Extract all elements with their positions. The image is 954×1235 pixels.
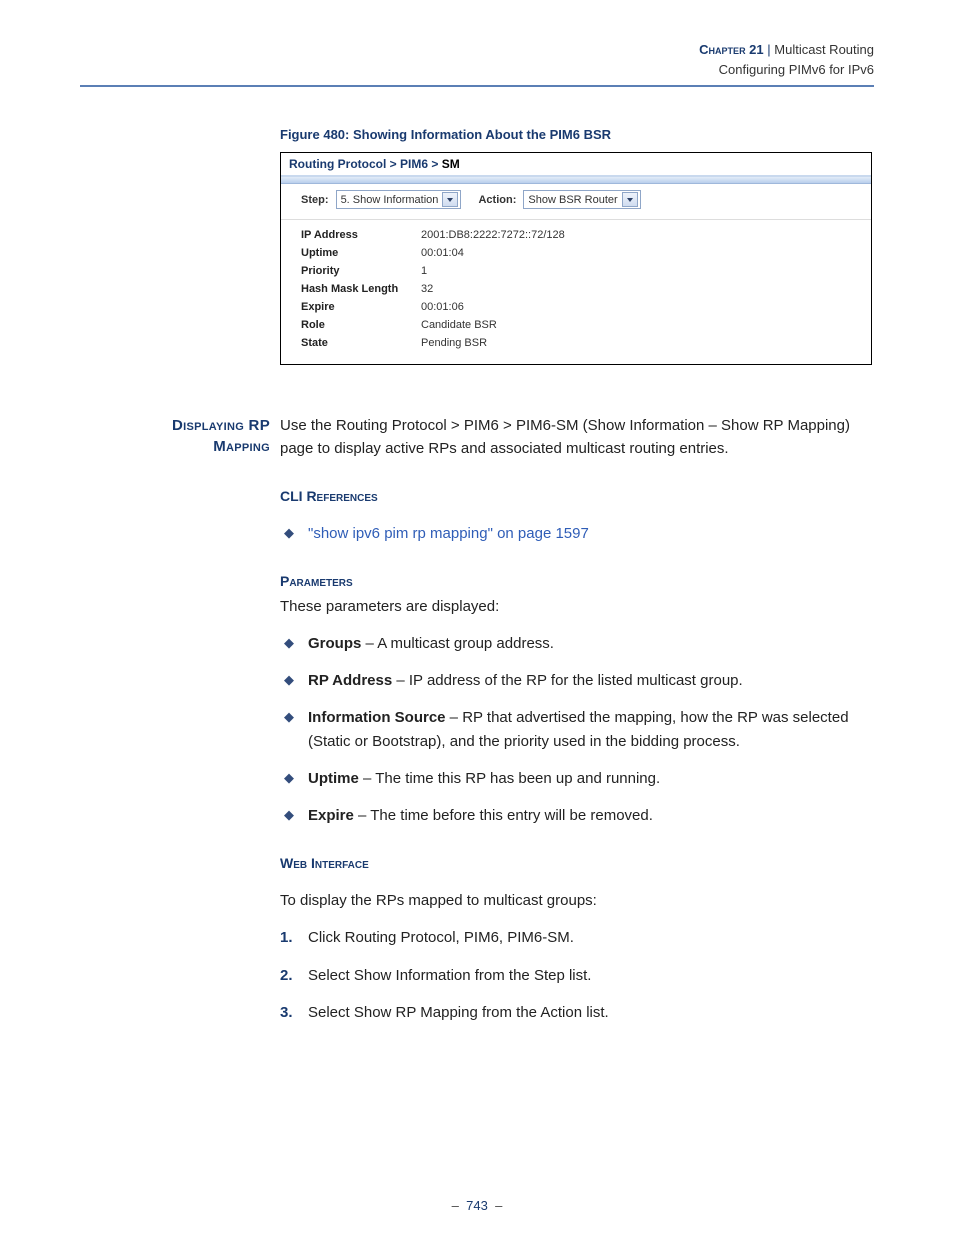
field-label: Expire — [301, 301, 421, 313]
param-name: Groups — [308, 635, 361, 652]
field-value: 00:01:06 — [421, 301, 464, 313]
margin-heading-line1: Displaying RP — [172, 417, 270, 434]
step-item: Select Show RP Mapping from the Action l… — [280, 1001, 874, 1024]
action-label: Action: — [478, 194, 516, 206]
parameters-heading: Parameters — [280, 571, 874, 593]
parameters-intro: These parameters are displayed: — [280, 595, 874, 618]
breadcrumb-part[interactable]: PIM6 > — [400, 157, 438, 171]
param-name: Uptime — [308, 770, 359, 787]
page-footer: – 743 – — [0, 1198, 954, 1213]
field-value: 32 — [421, 283, 433, 295]
chapter-label: Chapter 21 — [699, 42, 763, 57]
field-label: Priority — [301, 265, 421, 277]
control-row: Step: 5. Show Information Action: Show B… — [281, 184, 871, 220]
web-interface-intro: To display the RPs mapped to multicast g… — [280, 889, 874, 912]
chevron-down-icon[interactable] — [622, 192, 638, 207]
list-item: Uptime – The time this RP has been up an… — [280, 767, 874, 790]
header-subtitle: Configuring PIMv6 for IPv6 — [719, 62, 874, 77]
intro-paragraph: Use the Routing Protocol > PIM6 > PIM6-S… — [280, 415, 874, 460]
table-row: Hash Mask Length32 — [301, 280, 851, 298]
field-value: Candidate BSR — [421, 319, 497, 331]
table-row: IP Address2001:DB8:2222:7272::72/128 — [301, 226, 851, 244]
list-item: Expire – The time before this entry will… — [280, 804, 874, 827]
param-desc: – The time this RP has been up and runni… — [359, 770, 660, 787]
step-item: Click Routing Protocol, PIM6, PIM6-SM. — [280, 926, 874, 949]
breadcrumb-part[interactable]: Routing Protocol > — [289, 157, 397, 171]
field-value: 2001:DB8:2222:7272::72/128 — [421, 229, 565, 241]
cli-references-heading: CLI References — [280, 486, 874, 508]
gradient-bar — [281, 177, 871, 184]
margin-heading: Displaying RP Mapping — [160, 415, 270, 460]
list-item: "show ipv6 pim rp mapping" on page 1597 — [280, 522, 874, 545]
footer-dash: – — [495, 1198, 502, 1213]
list-item: Groups – A multicast group address. — [280, 632, 874, 655]
field-label: Uptime — [301, 247, 421, 259]
info-table: IP Address2001:DB8:2222:7272::72/128 Upt… — [281, 220, 871, 364]
margin-heading-line2: Mapping — [213, 438, 270, 455]
field-label: IP Address — [301, 229, 421, 241]
table-row: Uptime00:01:04 — [301, 244, 851, 262]
breadcrumb-current: SM — [442, 157, 460, 171]
field-value: 1 — [421, 265, 427, 277]
field-value: Pending BSR — [421, 337, 487, 349]
param-name: Expire — [308, 807, 354, 824]
param-name: RP Address — [308, 672, 392, 689]
header-title: Multicast Routing — [774, 42, 874, 57]
action-select-value: Show BSR Router — [528, 194, 617, 206]
param-name: Information Source — [308, 709, 446, 726]
field-label: Hash Mask Length — [301, 283, 421, 295]
table-row: Expire00:01:06 — [301, 298, 851, 316]
param-desc: – The time before this entry will be rem… — [354, 807, 653, 824]
list-item: RP Address – IP address of the RP for th… — [280, 669, 874, 692]
cli-link[interactable]: "show ipv6 pim rp mapping" on page 1597 — [308, 525, 589, 542]
step-select-value: 5. Show Information — [341, 194, 439, 206]
field-label: Role — [301, 319, 421, 331]
screenshot-panel: Routing Protocol > PIM6 > SM Step: 5. Sh… — [280, 152, 872, 365]
list-item: Information Source – RP that advertised … — [280, 706, 874, 753]
step-label: Step: — [301, 194, 329, 206]
step-item: Select Show Information from the Step li… — [280, 964, 874, 987]
header-separator: | — [767, 42, 770, 57]
action-select[interactable]: Show BSR Router — [523, 190, 640, 209]
page-header: Chapter 21 | Multicast Routing Configuri… — [80, 40, 874, 79]
footer-dash: – — [452, 1198, 459, 1213]
param-desc: – A multicast group address. — [361, 635, 554, 652]
table-row: RoleCandidate BSR — [301, 316, 851, 334]
header-rule — [80, 85, 874, 87]
table-row: Priority1 — [301, 262, 851, 280]
breadcrumb: Routing Protocol > PIM6 > SM — [281, 153, 871, 177]
param-desc: – IP address of the RP for the listed mu… — [392, 672, 742, 689]
table-row: StatePending BSR — [301, 334, 851, 352]
page-number: 743 — [466, 1198, 488, 1213]
step-select[interactable]: 5. Show Information — [336, 190, 462, 209]
field-value: 00:01:04 — [421, 247, 464, 259]
web-interface-heading: Web Interface — [280, 853, 874, 875]
field-label: State — [301, 337, 421, 349]
chevron-down-icon[interactable] — [442, 192, 458, 207]
figure-caption: Figure 480: Showing Information About th… — [280, 127, 874, 142]
